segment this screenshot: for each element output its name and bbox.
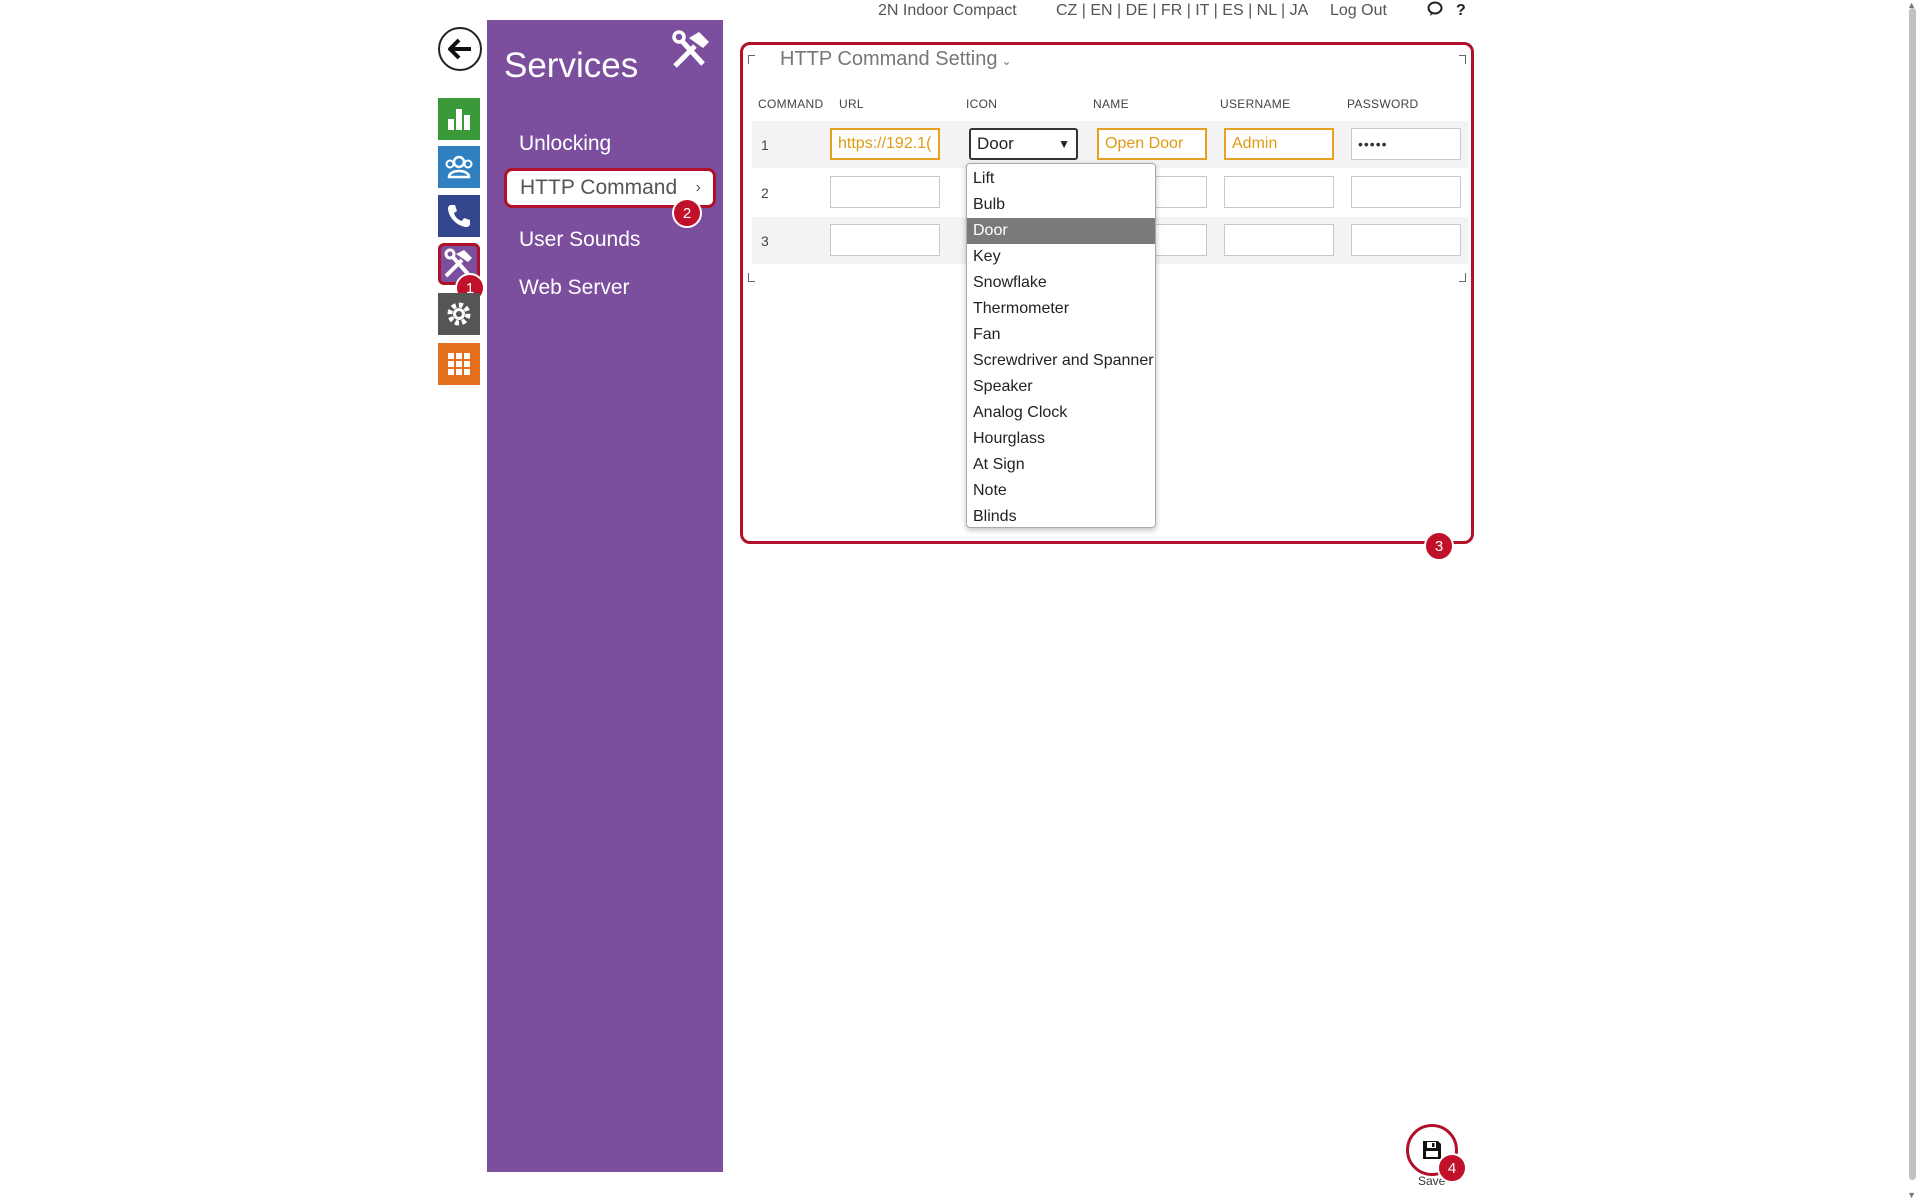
panel-title-text: HTTP Command Setting: [780, 48, 998, 70]
bracket-corner: [1459, 273, 1466, 282]
column-header-name: NAME: [1093, 97, 1129, 111]
language-switcher[interactable]: CZ | EN | DE | FR | IT | ES | NL | JA: [1056, 2, 1308, 20]
icon-select[interactable]: Door ▼: [969, 128, 1078, 160]
step-badge-4: 4: [1437, 1153, 1467, 1183]
panel-title[interactable]: HTTP Command Setting ⌄: [780, 48, 1012, 71]
dropdown-option-bulb[interactable]: Bulb: [967, 192, 1155, 218]
dropdown-option-lift[interactable]: Lift: [967, 166, 1155, 192]
bracket-corner: [748, 55, 755, 64]
sidebar-item-label: HTTP Command: [520, 176, 678, 199]
chevron-down-icon: ▼: [1058, 137, 1070, 151]
dropdown-option-hourglass[interactable]: Hourglass: [967, 426, 1155, 452]
username-field[interactable]: [1224, 224, 1334, 256]
column-header-icon: ICON: [966, 97, 998, 111]
column-header-password: PASSWORD: [1347, 97, 1419, 111]
chevron-down-icon: ⌄: [1001, 54, 1012, 68]
dropdown-option-screwdriver-and-spanner[interactable]: Screwdriver and Spanner: [967, 348, 1155, 374]
services-sidebar: Services Unlocking HTTP Command › User S…: [487, 20, 723, 1172]
scroll-down-icon[interactable]: ▼: [1907, 1190, 1916, 1200]
scrollbar-thumb[interactable]: [1909, 8, 1916, 1180]
column-header-username: USERNAME: [1220, 97, 1291, 111]
arrow-left-icon: [448, 38, 471, 60]
table-row: 1 https://192.1( Door ▼ Open Door Admin …: [752, 121, 1468, 168]
dropdown-option-speaker[interactable]: Speaker: [967, 374, 1155, 400]
help-link[interactable]: ?: [1456, 2, 1466, 20]
username-field[interactable]: Admin: [1224, 128, 1334, 160]
sidebar-item-web-server[interactable]: Web Server: [519, 276, 630, 300]
bracket-corner: [748, 273, 755, 282]
column-header-command: COMMAND: [758, 97, 824, 111]
sidebar-title: Services: [504, 46, 639, 85]
command-number: 3: [761, 233, 769, 249]
system-grid-icon[interactable]: [438, 343, 480, 385]
password-field[interactable]: •••••: [1351, 128, 1461, 160]
tools-icon: [672, 30, 709, 68]
dropdown-option-analog-clock[interactable]: Analog Clock: [967, 400, 1155, 426]
url-field[interactable]: [830, 176, 940, 208]
logout-link[interactable]: Log Out: [1330, 2, 1387, 20]
icon-dropdown-list[interactable]: Lift Bulb Door Key Snowflake Thermometer…: [966, 163, 1156, 528]
url-field[interactable]: [830, 224, 940, 256]
password-field[interactable]: [1351, 176, 1461, 208]
dropdown-option-note[interactable]: Note: [967, 478, 1155, 504]
scrollbar[interactable]: ▲ ▼: [1903, 0, 1920, 1200]
chat-icon[interactable]: [1426, 0, 1444, 18]
dropdown-option-fan[interactable]: Fan: [967, 322, 1155, 348]
sidebar-item-unlocking[interactable]: Unlocking: [519, 132, 611, 156]
device-name: 2N Indoor Compact: [878, 2, 1017, 19]
settings-gear-icon[interactable]: [438, 293, 480, 335]
password-field[interactable]: [1351, 224, 1461, 256]
phone-icon[interactable]: [438, 195, 480, 237]
back-button[interactable]: [438, 27, 482, 71]
sidebar-item-user-sounds[interactable]: User Sounds: [519, 228, 640, 252]
url-field[interactable]: https://192.1(: [830, 128, 940, 160]
step-badge-2: 2: [672, 198, 702, 228]
step-badge-3: 3: [1424, 531, 1454, 561]
dropdown-option-blinds[interactable]: Blinds: [967, 504, 1155, 530]
username-field[interactable]: [1224, 176, 1334, 208]
chevron-right-icon: ›: [695, 179, 701, 196]
command-number: 2: [761, 185, 769, 201]
status-chart-icon[interactable]: [438, 98, 480, 140]
dropdown-option-snowflake[interactable]: Snowflake: [967, 270, 1155, 296]
dropdown-option-key[interactable]: Key: [967, 244, 1155, 270]
directory-users-icon[interactable]: [438, 146, 480, 188]
name-field[interactable]: Open Door: [1097, 128, 1207, 160]
dropdown-option-thermometer[interactable]: Thermometer: [967, 296, 1155, 322]
column-header-url: URL: [839, 97, 864, 111]
icon-select-value: Door: [977, 134, 1014, 153]
dropdown-option-door[interactable]: Door: [967, 218, 1155, 244]
bracket-corner: [1459, 55, 1466, 64]
dropdown-option-at-sign[interactable]: At Sign: [967, 452, 1155, 478]
command-number: 1: [761, 137, 769, 153]
